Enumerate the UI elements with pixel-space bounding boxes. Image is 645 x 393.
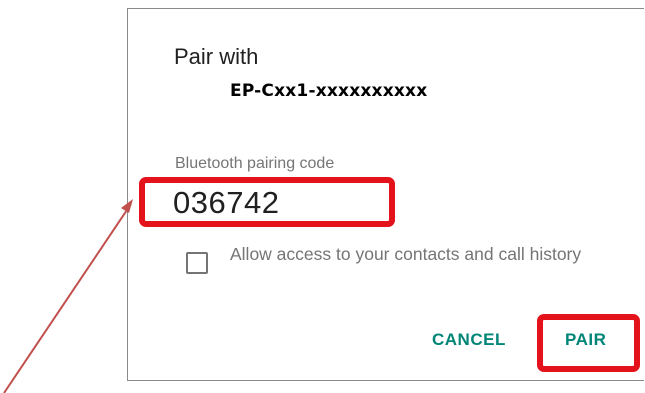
pairing-dialog: Pair with EP-Cxx1-xxxxxxxxxx Bluetooth p… xyxy=(127,8,644,381)
contacts-access-checkbox[interactable] xyxy=(186,252,208,274)
pairing-code-label: Bluetooth pairing code xyxy=(175,155,335,172)
dialog-title: Pair with xyxy=(174,44,259,69)
pair-button-highlight-box xyxy=(537,314,640,372)
device-name: EP-Cxx1-xxxxxxxxxx xyxy=(230,81,428,101)
cancel-button[interactable]: CANCEL xyxy=(432,330,506,350)
pairing-code-highlight-box xyxy=(139,177,395,227)
arrow-shaft xyxy=(3,203,132,393)
contacts-access-label[interactable]: Allow access to your contacts and call h… xyxy=(230,243,610,265)
